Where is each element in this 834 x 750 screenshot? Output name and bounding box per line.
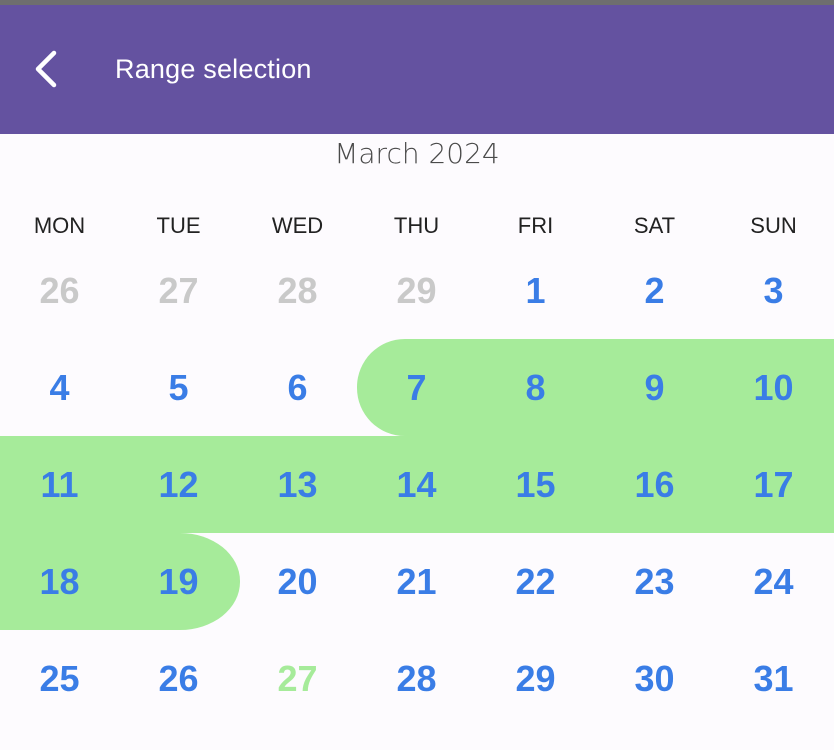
day-cell-normal[interactable]: 1 [476, 242, 595, 339]
day-cell-normal[interactable]: 5 [119, 339, 238, 436]
day-cell-range-end[interactable]: 19 [119, 533, 238, 630]
day-cell-normal[interactable]: 26 [119, 630, 238, 727]
day-cell-other-month: 27 [158, 269, 199, 311]
day-cell-in-range[interactable]: 11 [0, 436, 119, 533]
day-cell-in-range[interactable]: 15 [476, 436, 595, 533]
day-cell-in-range[interactable]: 9 [595, 339, 714, 436]
day-cell-normal[interactable]: 23 [595, 533, 714, 630]
day-cell-normal[interactable]: 20 [238, 533, 357, 630]
day-cell-in-range[interactable]: 12 [119, 436, 238, 533]
day-cell-normal[interactable]: 6 [238, 339, 357, 436]
day-cell-in-range[interactable]: 10 [714, 339, 833, 436]
day-cell-in-range[interactable]: 13 [238, 436, 357, 533]
day-cell-range-start[interactable]: 7 [357, 339, 476, 436]
day-cell-normal[interactable]: 24 [714, 533, 833, 630]
day-cell-normal[interactable]: 30 [595, 630, 714, 727]
day-cell-normal[interactable]: 3 [714, 242, 833, 339]
day-cell-normal[interactable]: 29 [476, 630, 595, 727]
day-cell-in-range[interactable]: 17 [714, 436, 833, 533]
day-cell-in-range[interactable]: 18 [0, 533, 119, 630]
day-cell-normal[interactable]: 4 [0, 339, 119, 436]
day-cell-normal[interactable]: 28 [357, 630, 476, 727]
day-cell-normal[interactable]: 2 [595, 242, 714, 339]
day-cell-normal[interactable]: 25 [0, 630, 119, 727]
calendar-day-grid: 26 27 28 29 1 2 3 4 5 6 7 8 9 10 11 12 13 14 15 16 17 18 19 20 2… [0, 0, 834, 750]
day-cell-in-range[interactable]: 8 [476, 339, 595, 436]
day-cell-today[interactable]: 27 [238, 630, 357, 727]
day-cell-normal[interactable]: 31 [714, 630, 833, 727]
day-cell-other-month: 26 [39, 269, 80, 311]
day-cell-other-month: 29 [396, 269, 437, 311]
day-cell-normal[interactable]: 21 [357, 533, 476, 630]
day-cell-in-range[interactable]: 14 [357, 436, 476, 533]
day-cell-other-month: 28 [277, 269, 318, 311]
day-cell-in-range[interactable]: 16 [595, 436, 714, 533]
day-cell-normal[interactable]: 22 [476, 533, 595, 630]
